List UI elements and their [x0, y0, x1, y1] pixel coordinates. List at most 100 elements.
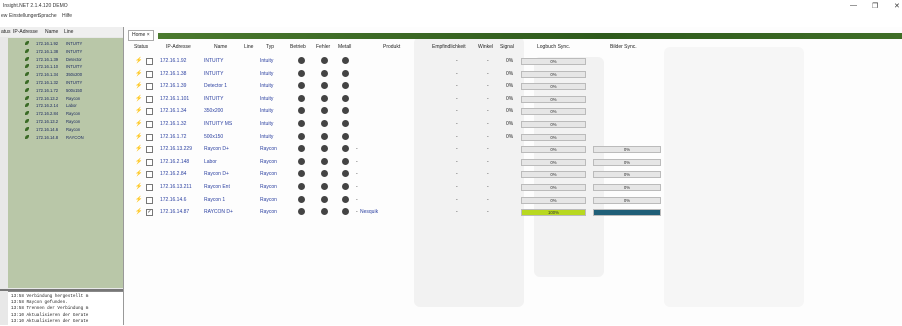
- log-entry: 13:10 Aktualisieren der Gerate: [11, 312, 89, 318]
- col-empfindlichkeit[interactable]: Empfindlichkeit: [432, 44, 466, 50]
- plug-icon: ⚡: [135, 121, 143, 127]
- col-line[interactable]: Line: [244, 44, 253, 50]
- table-row[interactable]: ⚡ 172.16.1.72 500x150 Intuity - - 0% 0%: [0, 132, 902, 144]
- sidebar-item[interactable]: 172.16.1.38 INTUITY: [8, 48, 123, 55]
- row-typ: Raycon: [260, 196, 277, 203]
- table-row[interactable]: ⚡ 172.16.1.38 INTUITY Intuity - - 0% 0%: [0, 69, 902, 81]
- betrieb-indicator: [298, 82, 305, 90]
- sidebar-col-name[interactable]: Name: [45, 29, 58, 35]
- leaf-icon: [25, 41, 29, 45]
- col-name[interactable]: Name: [214, 44, 227, 50]
- row-signal: 0%: [506, 95, 514, 102]
- col-logbuch-sync[interactable]: Logbuch Sync.: [537, 44, 570, 50]
- menu-einstellungen[interactable]: Einstellungen: [9, 13, 39, 19]
- betrieb-indicator: [298, 157, 305, 165]
- col-betrieb[interactable]: Betrieb: [290, 44, 306, 50]
- col-fehler[interactable]: Fehler: [316, 44, 330, 50]
- logbuch-progress: 0%: [521, 171, 586, 179]
- tab-home[interactable]: Home ×: [128, 30, 154, 41]
- row-checkbox[interactable]: [146, 121, 153, 128]
- row-empfindlichkeit: -: [456, 158, 458, 165]
- row-checkbox[interactable]: [146, 196, 153, 204]
- maximize-button[interactable]: ❐: [872, 2, 878, 10]
- menu-hilfe[interactable]: Hilfe: [62, 13, 72, 19]
- row-winkel: -: [487, 158, 489, 165]
- sidebar-col-status[interactable]: atus: [1, 29, 10, 35]
- row-winkel: -: [487, 146, 489, 153]
- betrieb-indicator: [298, 170, 305, 178]
- leaf-icon: [25, 48, 29, 53]
- logbuch-progress: 0%: [521, 83, 586, 91]
- bilder-progress: 0%: [593, 146, 661, 154]
- row-checkbox[interactable]: [146, 184, 153, 191]
- col-ip[interactable]: IP-Adresse: [166, 44, 191, 50]
- close-button[interactable]: ✕: [894, 2, 900, 10]
- col-produkt[interactable]: Produkt: [383, 44, 400, 50]
- row-name: Raycon 1: [204, 196, 226, 203]
- logbuch-progress-label: 0%: [550, 96, 557, 102]
- sidebar-item[interactable]: 172.16.1.92 INTUITY: [8, 40, 123, 47]
- fehler-indicator: [321, 132, 328, 140]
- row-winkel: -: [487, 58, 489, 64]
- row-checkbox[interactable]: [146, 95, 153, 103]
- sidebar-col-line[interactable]: Line: [64, 29, 73, 35]
- table-row[interactable]: ⚡ 172.16.1.32 INTUITY MS Intuity - - 0% 0%: [0, 119, 902, 131]
- row-ip: 172.16.1.92: [160, 58, 187, 64]
- row-name: Raycon D+: [204, 171, 229, 178]
- metall-indicator: [342, 120, 349, 127]
- table-row[interactable]: ⚡ 172.16.13.211 Raycon Ent Raycon - - - 0% 0%: [0, 182, 902, 194]
- col-status[interactable]: Status: [134, 44, 148, 50]
- row-checkbox[interactable]: [146, 108, 153, 116]
- plug-icon: ⚡: [135, 146, 143, 153]
- metall-indicator: [342, 82, 349, 90]
- table-row[interactable]: ⚡ 172.16.1.101 INTUITY Intuity - - 0% 0%: [0, 94, 902, 106]
- sidebar-col-ip[interactable]: IP-Adresse: [13, 29, 38, 35]
- bilder-progress-label: 0%: [623, 172, 631, 178]
- row-typ: Intuity: [260, 133, 274, 140]
- row-checkbox[interactable]: [146, 70, 153, 78]
- col-bilder-sync[interactable]: Bilder Sync.: [610, 44, 637, 50]
- row-empfindlichkeit: -: [456, 58, 458, 64]
- minimize-button[interactable]: —: [850, 2, 857, 9]
- row-signal: 0%: [506, 70, 514, 77]
- table-row[interactable]: ⚡ 172.16.1.92 INTUITY Intuity - - 0% 0%: [0, 56, 902, 68]
- row-checkbox[interactable]: [146, 58, 153, 65]
- logbuch-progress: 0%: [521, 133, 586, 141]
- metall-indicator: [342, 57, 349, 64]
- table-row[interactable]: ⚡ ✓ 172.16.14.87 RAYCON D+ Raycon - Nesquik - -1…: [0, 207, 902, 219]
- metall-indicator: [342, 208, 349, 216]
- row-signal: 0%: [506, 108, 514, 115]
- row-ip: 172.16.14.87: [160, 209, 190, 216]
- plug-icon: ⚡: [135, 184, 143, 190]
- row-typ: Intuity: [260, 121, 274, 127]
- col-signal[interactable]: Signal: [500, 44, 514, 50]
- table-row[interactable]: ⚡ 172.16.14.6 Raycon 1 Raycon - - - 0% 0%: [0, 195, 902, 207]
- col-typ[interactable]: Typ: [266, 44, 274, 50]
- row-name: RAYCON D+: [204, 209, 233, 216]
- window-title: Insight.NET 2.1.4.120 DEMO: [3, 3, 68, 9]
- row-checkbox[interactable]: [146, 133, 153, 141]
- row-checkbox[interactable]: [146, 158, 153, 166]
- tab-bar: Home ×: [124, 30, 902, 41]
- row-produkt: Nesquik: [360, 209, 379, 216]
- menu-view[interactable]: ew: [1, 13, 7, 19]
- fehler-indicator: [321, 82, 328, 90]
- col-winkel[interactable]: Winkel: [478, 44, 493, 50]
- row-typ: Raycon: [260, 146, 277, 153]
- tab-close-icon[interactable]: ×: [147, 32, 150, 38]
- bilder-progress: 0%: [593, 171, 661, 179]
- table-row[interactable]: ⚡ 172.16.2.148 Labor Raycon - - - 0% 0%: [0, 157, 902, 169]
- table-row[interactable]: ⚡ 172.16.13.229 Raycon D+ Raycon - - - 0% 0%: [0, 144, 902, 156]
- sidebar-item-name: INTUITY: [66, 41, 83, 46]
- row-empfindlichkeit: -: [456, 121, 458, 127]
- row-checkbox[interactable]: [146, 83, 153, 91]
- plug-icon: ⚡: [135, 58, 143, 64]
- row-checkbox[interactable]: [146, 171, 153, 179]
- menu-sprache[interactable]: Sprache: [38, 13, 57, 19]
- table-row[interactable]: ⚡ 172.16.2.84 Raycon D+ Raycon - - - 0% 0%: [0, 169, 902, 181]
- table-row[interactable]: ⚡ 172.16.1.34 350x200 Intuity - - 0% 0%: [0, 106, 902, 118]
- table-row[interactable]: ⚡ 172.16.1.39 Detector 1 Intuity - - 0% 0%: [0, 81, 902, 93]
- row-checkbox[interactable]: [146, 146, 153, 154]
- row-checkbox[interactable]: ✓: [146, 209, 153, 217]
- col-metall[interactable]: Metall: [338, 44, 351, 50]
